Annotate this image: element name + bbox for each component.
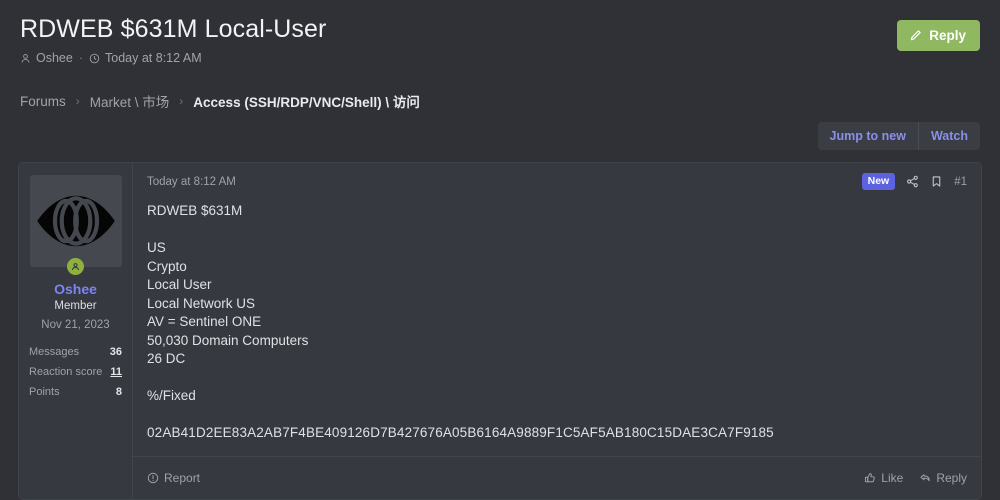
stat-value: 8 (115, 386, 122, 398)
post-timestamp[interactable]: Today at 8:12 AM (147, 176, 236, 188)
post-body-line: Local User (147, 277, 212, 292)
report-label: Report (164, 471, 201, 485)
user-status-icon (67, 258, 84, 275)
stat-row-reaction-score: Reaction score 11 (29, 362, 122, 382)
thumbs-up-icon (864, 472, 876, 484)
stat-value[interactable]: 11 (110, 366, 122, 378)
post-container: Oshee Member Nov 21, 2023 Messages 36 Re… (18, 162, 982, 500)
post-user-joindate: Nov 21, 2023 (41, 319, 110, 331)
reply-button-top-label: Reply (929, 28, 966, 43)
thread-byline: Oshee · Today at 8:12 AM (20, 51, 980, 65)
eye-avatar-icon (36, 195, 115, 247)
page-title: RDWEB $631M Local-User (20, 15, 327, 43)
post-message-header: Today at 8:12 AM New #1 (133, 163, 981, 190)
breadcrumb-item-current[interactable]: Access (SSH/RDP/VNC/Shell) \ 访问 (193, 91, 420, 111)
post-header-actions: New #1 (861, 173, 967, 190)
post-body-hash: 02AB41D2EE83A2AB7F4BE409126D7B427676A05B… (147, 425, 774, 440)
like-button[interactable]: Like (864, 471, 903, 485)
post-body-line: AV = Sentinel ONE (147, 314, 262, 329)
byline-separator: · (78, 51, 84, 65)
post-body-spacer (147, 406, 967, 425)
reply-arrow-icon (919, 472, 931, 484)
like-label: Like (881, 471, 904, 485)
stat-row-points: Points 8 (29, 382, 122, 402)
watch-button[interactable]: Watch (918, 122, 980, 150)
post-message-column: Today at 8:12 AM New #1 RDWEB $631M US C… (133, 163, 981, 499)
thread-action-bar: Jump to new Watch (817, 122, 980, 150)
clock-icon (89, 53, 100, 64)
chevron-right-icon: › (75, 94, 80, 108)
bookmark-icon[interactable] (930, 175, 943, 188)
thread-timestamp[interactable]: Today at 8:12 AM (105, 51, 202, 65)
report-icon (147, 472, 159, 484)
post-body-line: 50,030 Domain Computers (147, 332, 309, 348)
person-icon (20, 53, 31, 64)
breadcrumb-item-forums[interactable]: Forums (20, 94, 66, 109)
stat-label: Messages (29, 346, 80, 358)
post-footer: Report Like Reply (133, 456, 981, 499)
post-body-line: US (147, 240, 166, 255)
avatar[interactable] (29, 175, 122, 267)
breadcrumb-item-market[interactable]: Market \ 市场 (90, 91, 170, 111)
stat-row-messages: Messages 36 (29, 342, 122, 362)
post-body-line: Local Network US (147, 295, 256, 311)
post-body-line: Crypto (147, 258, 187, 274)
breadcrumb: Forums › Market \ 市场 › Access (SSH/RDP/V… (20, 91, 980, 111)
post-user-column: Oshee Member Nov 21, 2023 Messages 36 Re… (19, 163, 133, 499)
post-body: RDWEB $631M US Crypto Local User Local N… (133, 190, 981, 456)
reply-button-post[interactable]: Reply (919, 471, 967, 485)
thread-header: RDWEB $631M Local-User Oshee · Today at … (0, 0, 1000, 65)
jump-to-new-button[interactable]: Jump to new (817, 122, 918, 150)
post-user-stats: Messages 36 Reaction score 11 Points 8 (29, 342, 122, 402)
post-footer-right: Like Reply (864, 471, 967, 485)
pencil-icon (909, 29, 922, 42)
post-body-spacer (147, 369, 967, 388)
post-body-line: RDWEB $631M (147, 203, 243, 218)
post-footer-left: Report (147, 471, 200, 485)
thread-author[interactable]: Oshee (36, 51, 73, 65)
stat-label: Points (29, 386, 60, 398)
post-body-spacer (147, 221, 967, 240)
chevron-right-icon: › (179, 94, 184, 108)
post-body-line: 26 DC (147, 351, 186, 366)
stat-value: 36 (109, 346, 122, 358)
share-icon[interactable] (906, 175, 919, 188)
reply-button-top[interactable]: Reply (897, 20, 980, 51)
post-number[interactable]: #1 (954, 176, 967, 188)
report-button[interactable]: Report (147, 471, 200, 485)
thread-page: RDWEB $631M Local-User Oshee · Today at … (0, 0, 1000, 500)
status-badge: New (861, 173, 896, 190)
reply-label: Reply (936, 471, 967, 485)
stat-label: Reaction score (29, 366, 103, 378)
post-body-line: %/Fixed (147, 388, 196, 403)
post-user-title: Member (54, 300, 97, 312)
post-username[interactable]: Oshee (54, 281, 97, 297)
